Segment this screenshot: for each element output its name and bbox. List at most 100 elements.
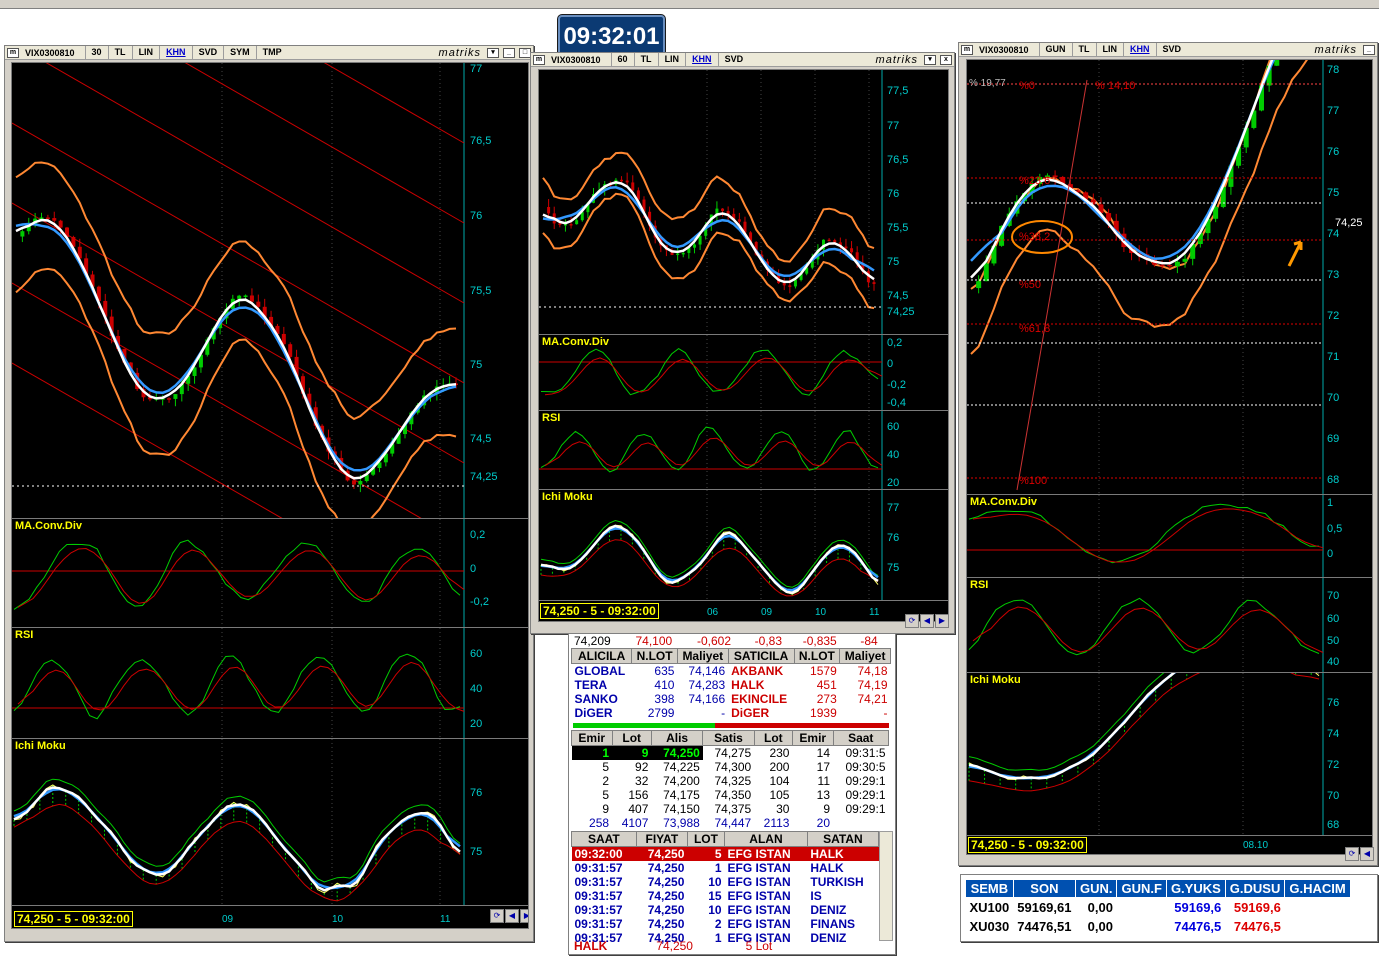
scroll-controls[interactable]: ⟳ ◀ [1345, 847, 1374, 861]
trade-row[interactable]: 09:32:00 74,250 5 EFG ISTAN HALK [571, 846, 879, 861]
column-header[interactable]: SATAN [806, 831, 880, 847]
refresh-icon[interactable]: ⟳ [490, 909, 504, 923]
chart-window-daily[interactable]: m VIX0300810 GUN TL LIN KHN SVD matriks … [958, 42, 1378, 866]
minimize-icon[interactable]: _ [1363, 44, 1375, 55]
rsi-pane[interactable]: RSI 60 40 20 [11, 627, 529, 739]
order-book-row[interactable]: 1 9 74,250 74,275 230 14 09:31:5 [571, 745, 889, 760]
broker-row[interactable]: GLOBAL 635 74,146 AKBANK 1579 74,18 [572, 664, 891, 679]
column-header[interactable]: SON [1012, 879, 1076, 898]
macd-pane[interactable]: MA.Conv.Div 0,2 0 -0,2 -0,4 [538, 334, 949, 411]
svd-button[interactable]: SVD [191, 46, 224, 59]
column-header[interactable]: Lot [611, 730, 652, 746]
order-book-row[interactable]: 5 156 74,175 74,350 105 13 09:29:1 [572, 788, 889, 802]
column-header[interactable]: Alis [650, 730, 704, 746]
currency-button[interactable]: TL [1071, 43, 1096, 56]
order-book-row[interactable]: 9 407 74,150 74,375 30 9 09:29:1 [572, 802, 889, 816]
scroll-right-icon[interactable]: ▶ [520, 909, 528, 923]
market-depth-window[interactable]: 74,209 74,100 -0,602 -0,83 -0,835 -84 AL… [568, 633, 896, 955]
index-row[interactable]: XU030 74476,51 0,00 74476,5 74476,5 [966, 917, 1351, 936]
macd-pane[interactable]: MA.Conv.Div 1 0,5 0 [966, 494, 1373, 578]
column-header[interactable]: Saat [832, 730, 890, 746]
trades-scrollbar[interactable] [879, 831, 893, 941]
price-pane[interactable]: 78 77 76 75 74 73 72 71 70 69 68 74,25 %… [966, 59, 1373, 495]
tmp-button[interactable]: TMP [255, 46, 288, 59]
column-header[interactable]: Maliyet [839, 648, 891, 664]
table-cell [1117, 917, 1166, 936]
scroll-left-icon[interactable]: ◀ [1360, 847, 1374, 861]
dropdown-icon[interactable]: ▾ [487, 47, 499, 58]
rsi-pane[interactable]: RSI 60 40 20 [538, 410, 949, 490]
broker-row[interactable]: TERA 410 74,283 HALK 451 74,19 [572, 678, 891, 692]
candle-body [983, 263, 989, 282]
column-header[interactable]: Emir [791, 730, 834, 746]
svd-button[interactable]: SVD [1155, 43, 1188, 56]
scroll-right-icon[interactable]: ▶ [935, 614, 949, 628]
minimize-icon[interactable]: _ [503, 47, 515, 58]
column-header[interactable]: FIYAT [635, 831, 688, 847]
column-header[interactable]: LOT [686, 831, 726, 847]
column-header[interactable]: Maliyet [676, 648, 729, 664]
currency-button[interactable]: TL [633, 53, 658, 66]
column-header[interactable]: N.LOT [793, 648, 841, 664]
table-cell: 59169,6 [1174, 900, 1222, 915]
scale-button[interactable]: LIN [657, 53, 686, 66]
dropdown-icon[interactable]: ▾ [924, 54, 936, 65]
sym-button[interactable]: SYM [223, 46, 256, 59]
column-header[interactable]: SAAT [571, 831, 637, 847]
order-book-row[interactable]: 2 32 74,200 74,325 104 11 09:29:1 [572, 774, 889, 788]
column-header[interactable]: ALICILA [570, 648, 633, 664]
trade-row[interactable]: 09:31:57 74,250 10 EFG ISTAN TURKISH [572, 875, 879, 889]
column-header[interactable]: Lot [753, 730, 793, 746]
scroll-left-icon[interactable]: ◀ [920, 614, 934, 628]
trade-row[interactable]: 09:31:57 74,250 10 EFG ISTAN DENIZ [572, 903, 879, 917]
candle-button[interactable]: KHN [685, 53, 718, 66]
macd-pane[interactable]: MA.Conv.Div 0,2 0 -0,2 [11, 518, 529, 628]
column-header[interactable]: ALAN [724, 831, 808, 847]
rsi-pane[interactable]: RSI 70 60 50 40 [966, 577, 1373, 673]
index-row[interactable]: XU100 59169,61 0,00 59169,6 59169,6 [966, 898, 1351, 918]
candle-button[interactable]: KHN [159, 46, 192, 59]
ichimoku-pane[interactable]: Ichi Moku 77 76 75 [538, 489, 949, 601]
column-header[interactable]: G.DUSU [1224, 879, 1286, 898]
broker-row[interactable]: SANKO 398 74,166 EKINCILE 273 74,21 [572, 692, 891, 706]
table-cell: 74,18 [857, 664, 888, 678]
trade-row[interactable]: 09:31:57 74,250 2 EFG ISTAN FINANS [572, 917, 879, 931]
column-header[interactable]: Satis [702, 730, 755, 746]
order-book-row[interactable]: 5 92 74,225 74,300 200 17 09:30:5 [572, 760, 889, 774]
chart-window-60min[interactable]: m VIX0300810 60 TL LIN KHN SVD matriks ▾… [530, 52, 955, 634]
column-header[interactable]: GUN.F [1116, 879, 1167, 898]
price-pane[interactable]: 77 76,5 76 75,5 75 74,5 74,25 [11, 62, 529, 519]
index-window[interactable]: SEMB SON GUN. GUN.F G.YUKS G.DUSU G.HACI… [960, 874, 1378, 942]
scroll-left-icon[interactable]: ◀ [505, 909, 519, 923]
column-header[interactable]: SATICILA [727, 648, 795, 664]
candle-button[interactable]: KHN [1123, 43, 1156, 56]
svd-button[interactable]: SVD [717, 53, 750, 66]
currency-button[interactable]: TL [107, 46, 132, 59]
refresh-icon[interactable]: ⟳ [905, 614, 919, 628]
trade-row[interactable]: 09:31:57 74,250 1 EFG ISTAN HALK [572, 861, 879, 875]
ichimoku-pane[interactable]: Ichi Moku 76 74 72 70 68 [966, 672, 1373, 836]
refresh-icon[interactable]: ⟳ [1345, 847, 1359, 861]
column-header[interactable]: N.LOT [631, 648, 678, 664]
scroll-controls[interactable]: ⟳◀▶ [490, 909, 528, 923]
chart-window-30min[interactable]: m VIX0300810 30 TL LIN KHN SVD SYM TMP m… [4, 45, 534, 942]
scale-button[interactable]: LIN [131, 46, 160, 59]
scale-button[interactable]: LIN [1095, 43, 1124, 56]
period-button[interactable]: 60 [610, 53, 634, 66]
column-header[interactable]: SEMB [965, 879, 1014, 898]
period-button[interactable]: GUN [1038, 43, 1072, 56]
column-header[interactable]: Emir [571, 730, 613, 746]
column-header[interactable]: G.HACIM [1284, 879, 1351, 898]
rsi-axis-label: 60 [1327, 613, 1340, 625]
broker-row[interactable]: DiGER 2799- DiGER 1939- [572, 706, 891, 720]
ichimoku-pane[interactable]: Ichi Moku 76 75 [11, 738, 529, 906]
column-header[interactable]: GUN. [1074, 879, 1118, 898]
close-icon[interactable]: x [940, 54, 952, 65]
ichimoku-axis-label: 74 [1327, 728, 1340, 740]
scroll-controls[interactable]: ⟳◀▶ [905, 614, 949, 628]
last-trade-footer: HALK 74,250 5 Lot [571, 939, 811, 953]
period-button[interactable]: 30 [84, 46, 108, 59]
price-pane[interactable]: 77,5 77 76,5 76 75,5 75 74,5 74,25 [538, 69, 949, 335]
trade-row[interactable]: 09:31:57 74,250 15 EFG ISTAN IS [572, 889, 879, 903]
column-header[interactable]: G.YUKS [1165, 879, 1226, 898]
